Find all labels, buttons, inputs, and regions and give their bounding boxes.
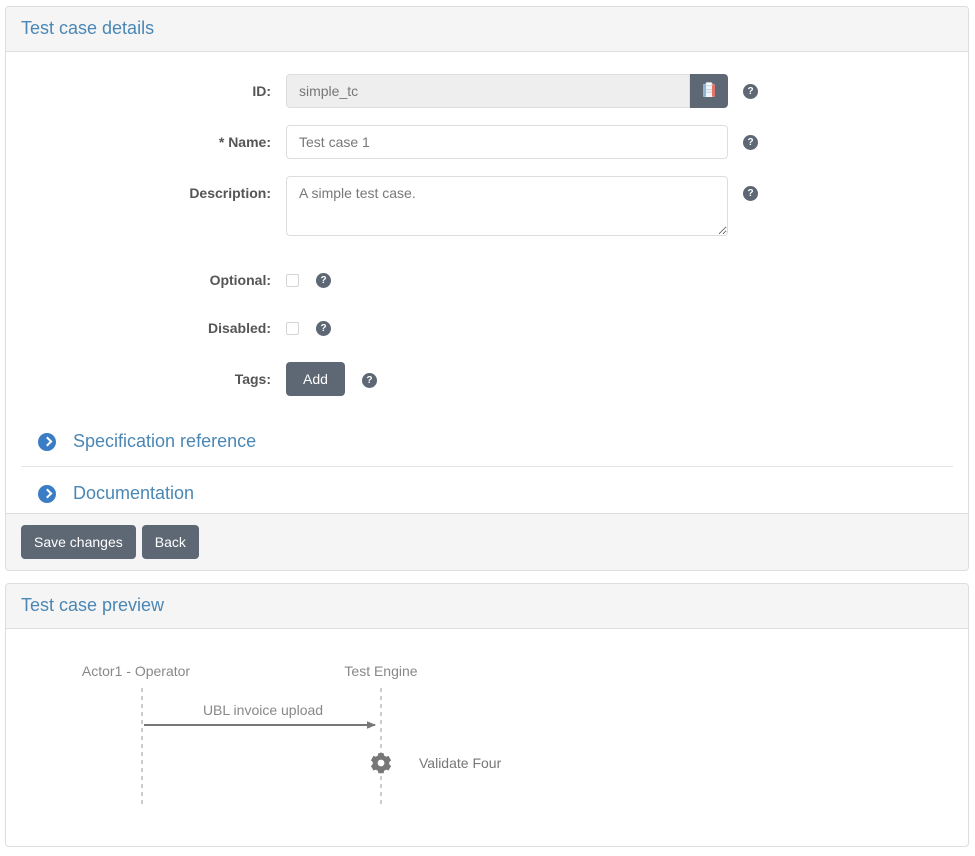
name-control-area: ?: [286, 125, 758, 159]
test-case-preview-panel: Test case preview Actor1 - Operator Test…: [5, 583, 969, 847]
page-root: Test case details ID: simple_tc ? * Name…: [0, 0, 975, 856]
description-label: Description:: [189, 185, 271, 201]
details-panel-footer: Save changes Back: [6, 513, 968, 570]
disabled-control-area: ?: [286, 311, 331, 336]
description-textarea[interactable]: A simple test case.: [286, 176, 728, 236]
preview-panel-heading: Test case preview: [6, 584, 968, 629]
disabled-help-icon[interactable]: ?: [316, 321, 331, 336]
preview-panel-body: Actor1 - Operator Test Engine UBL invoic…: [6, 629, 968, 844]
optional-label: Optional:: [209, 272, 271, 288]
diagram-actor-label-0: Actor1 - Operator: [82, 663, 190, 679]
id-input[interactable]: [286, 74, 690, 108]
section-documentation-label: Documentation: [73, 483, 195, 503]
optional-checkbox[interactable]: [286, 274, 299, 287]
tags-help-icon[interactable]: ?: [361, 373, 377, 388]
name-label: * Name:: [218, 134, 271, 150]
id-input-group: [286, 74, 728, 108]
field-row-description: Description: A simple test case. ?: [21, 176, 953, 236]
tags-label: Tags:: [234, 371, 271, 387]
section-specification-reference-label: Specification reference: [73, 431, 257, 451]
optional-control-area: ?: [286, 263, 331, 288]
gear-icon[interactable]: [370, 753, 392, 774]
name-help-icon[interactable]: ?: [743, 135, 758, 150]
save-changes-button[interactable]: Save changes: [21, 525, 136, 559]
tags-control-area: Add ?: [286, 362, 377, 396]
field-row-tags: Tags: Add ?: [21, 362, 953, 396]
page-title: Test case details: [21, 18, 155, 38]
description-control-area: A simple test case. ?: [286, 176, 758, 236]
clipboard-icon: [702, 81, 716, 101]
field-row-optional: Optional: ?: [21, 263, 953, 297]
diagram-message-label-0: UBL invoice upload: [203, 702, 323, 718]
section-specification-reference[interactable]: Specification reference: [21, 419, 953, 467]
chevron-right-circle-icon: [38, 484, 56, 503]
diagram-step-label-0: Validate Four: [419, 755, 502, 771]
field-row-name: * Name: ?: [21, 125, 953, 159]
disabled-label: Disabled:: [207, 320, 271, 336]
preview-panel-title: Test case preview: [21, 595, 165, 615]
add-tag-button[interactable]: Add: [286, 362, 345, 396]
description-help-icon[interactable]: ?: [743, 186, 758, 201]
id-control-area: ?: [286, 74, 758, 108]
name-input[interactable]: [286, 125, 728, 159]
details-panel-body: ID: simple_tc ? * Name: Test case 1 ? De…: [6, 52, 968, 521]
optional-help-icon[interactable]: ?: [316, 273, 331, 288]
chevron-right-circle-icon: [38, 432, 56, 451]
test-case-details-panel: Test case details ID: simple_tc ? * Name…: [5, 6, 969, 571]
field-row-disabled: Disabled: ?: [21, 311, 953, 345]
copy-id-button[interactable]: [690, 74, 728, 108]
disabled-checkbox[interactable]: [286, 322, 299, 335]
field-row-id: ID: simple_tc ?: [21, 74, 953, 108]
id-label: ID:: [252, 83, 271, 99]
id-help-icon[interactable]: ?: [743, 84, 758, 99]
back-button[interactable]: Back: [141, 525, 199, 559]
sequence-diagram: Actor1 - Operator Test Engine UBL invoic…: [82, 663, 502, 804]
details-panel-heading: Test case details: [6, 7, 968, 52]
diagram-actor-label-1: Test Engine: [344, 663, 417, 679]
